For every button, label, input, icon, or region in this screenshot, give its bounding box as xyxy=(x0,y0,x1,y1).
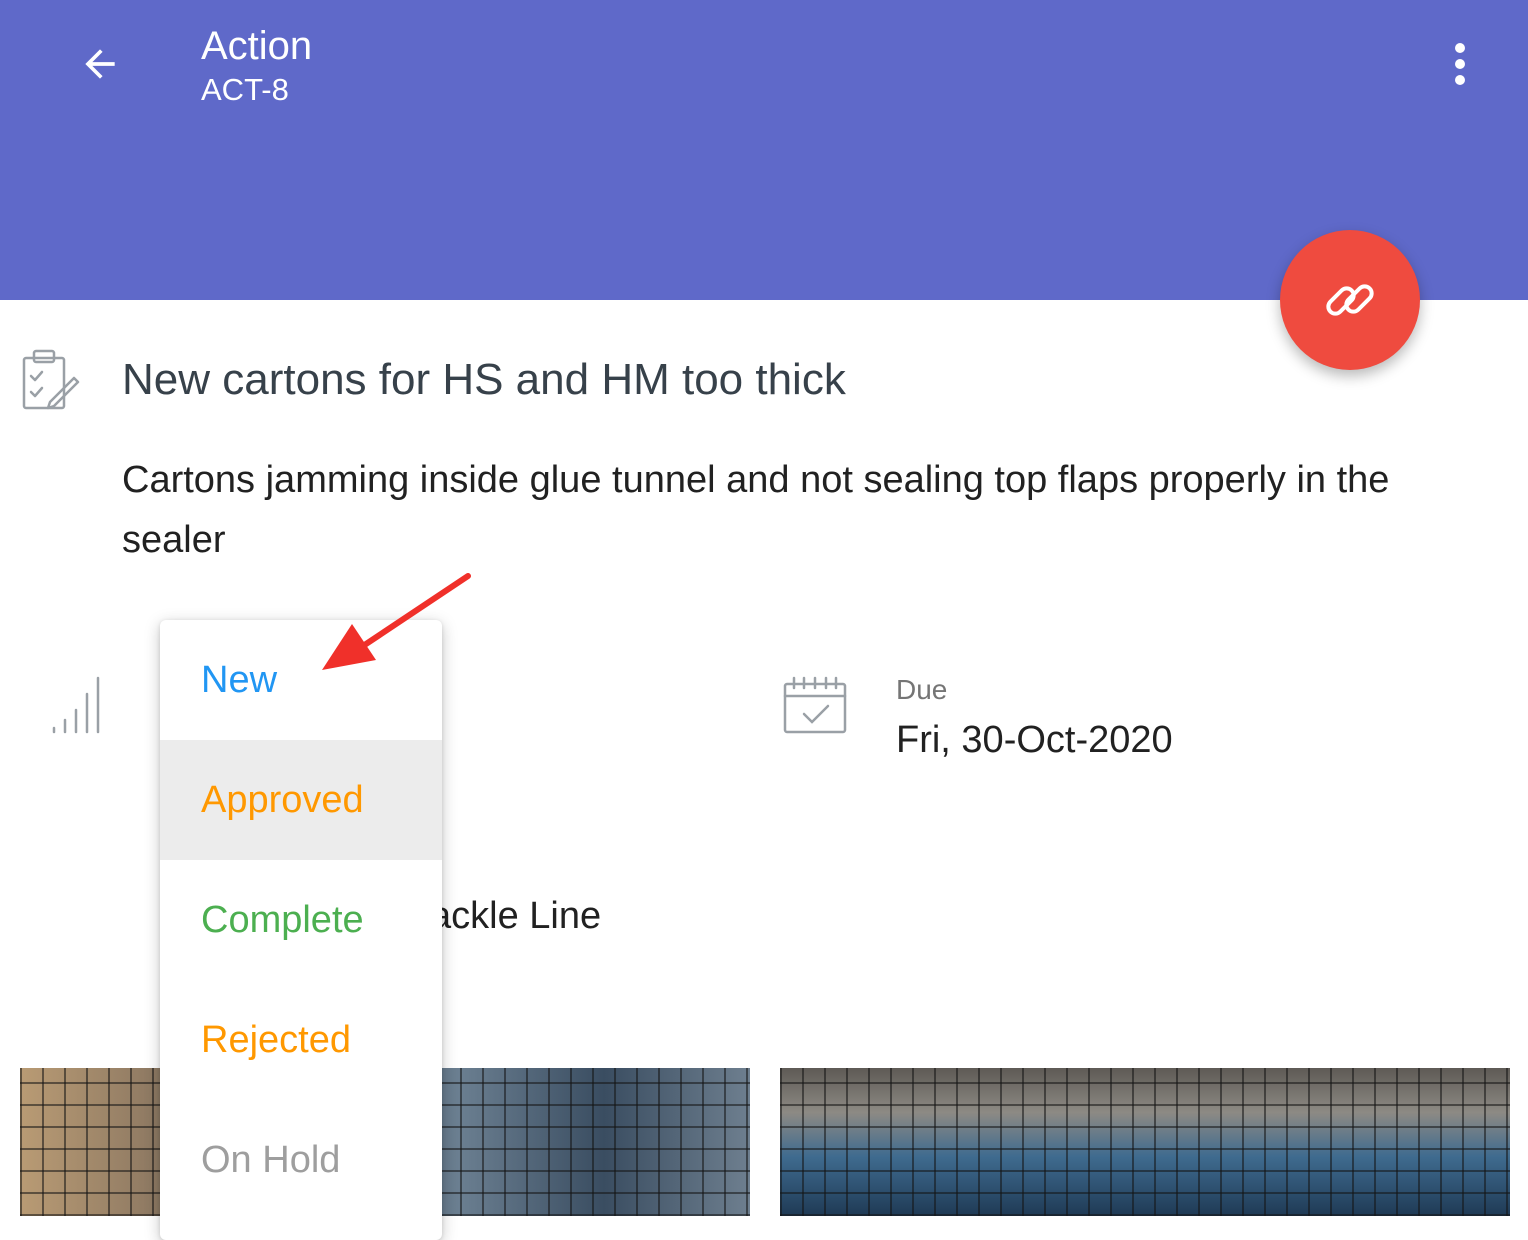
clipboard-check-icon xyxy=(20,346,80,417)
action-description: Cartons jamming inside glue tunnel and n… xyxy=(122,459,1390,561)
back-button[interactable] xyxy=(70,34,130,94)
page-title: Action xyxy=(201,24,313,68)
page-subtitle: ACT-8 xyxy=(201,72,289,107)
link-icon xyxy=(1326,284,1374,316)
location-value: ackle Line xyxy=(430,895,602,937)
status-option-label: Approved xyxy=(201,778,364,821)
link-fab-button[interactable] xyxy=(1280,230,1420,370)
status-dropdown-menu: New Approved Complete Rejected On Hold xyxy=(160,620,442,1240)
annotation-arrow-icon xyxy=(300,560,490,685)
signal-bars-icon xyxy=(48,672,108,743)
status-option-label: New xyxy=(201,658,278,701)
due-label: Due xyxy=(896,674,948,705)
wire-mesh-overlay xyxy=(780,1068,1510,1216)
attachment-photo-2[interactable] xyxy=(780,1068,1510,1216)
more-options-button[interactable] xyxy=(1430,34,1490,94)
action-title: New cartons for HS and HM too thick xyxy=(122,355,846,404)
status-option-approved[interactable]: Approved xyxy=(160,740,442,860)
status-option-rejected[interactable]: Rejected xyxy=(160,980,442,1100)
due-date-value[interactable]: Fri, 30-Oct-2020 xyxy=(896,716,1173,764)
status-option-complete[interactable]: Complete xyxy=(160,860,442,980)
calendar-check-icon xyxy=(782,676,848,741)
status-option-label: Complete xyxy=(201,898,364,941)
status-option-on-hold[interactable]: On Hold xyxy=(160,1100,442,1220)
status-option-label: Rejected xyxy=(201,1018,351,1061)
more-vert-icon xyxy=(1455,43,1465,85)
arrow-left-icon xyxy=(85,49,115,79)
status-option-label: On Hold xyxy=(201,1138,341,1181)
